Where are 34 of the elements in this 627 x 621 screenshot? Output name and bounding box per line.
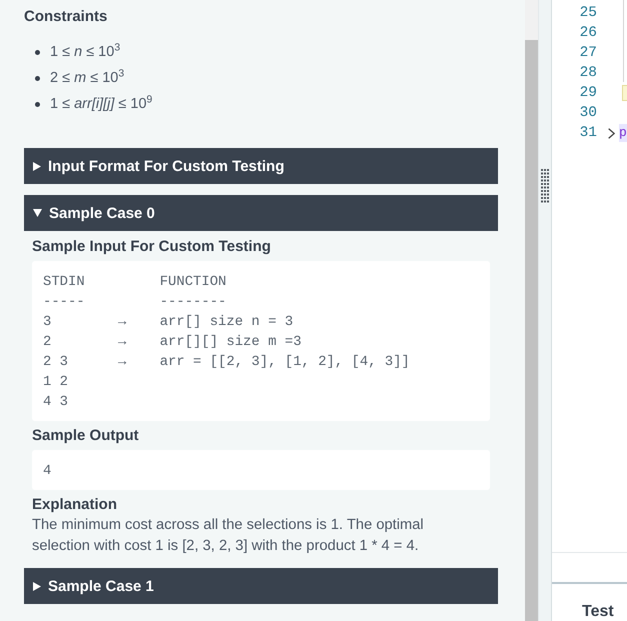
line-number: 30 [578,104,597,123]
pane-splitter[interactable] [538,0,552,621]
line-number: 28 [578,64,597,83]
constraint-text: 1 ≤ arr[i][j] ≤ 10$^{9}$ [50,94,152,114]
line-number: 25 [578,4,597,23]
explanation-text: The minimum cost across all the selections is 1. The optimal selection with cost 1 is [2, 3, 2, 3] with the product 1 * 4 = 4. [32,516,425,556]
code-line: 1 2 [43,373,70,392]
code-line: 2 → arr[][] size m =3 [43,333,302,352]
line-number: 27 [578,44,597,63]
code-text: p [619,124,627,142]
block-heading: Sample Output [32,426,140,446]
section-header[interactable]: Input Format For Custom Testing [24,148,498,184]
block-heading: Sample Input For Custom Testing [32,237,272,257]
code-line: 4 [43,462,52,481]
chevron-right-icon[interactable] [608,128,615,138]
bullet-icon [35,50,40,54]
line-number: 31 [578,124,597,143]
bullet-icon [35,76,40,80]
drag-handle-icon [541,169,549,203]
block-heading: Explanation [32,495,118,515]
code-line: STDIN FUNCTION [43,273,228,292]
constraint-text: 1 ≤ n ≤ 10$^{3}$ [50,42,120,62]
constraint-text: 2 ≤ m ≤ 10$^{3}$ [50,68,124,88]
section-header[interactable]: Sample Case 0 [24,195,498,231]
code-line: 2 3 → arr = [[2, 3], [1, 2], [4, 3]] [43,353,411,372]
code-line: ----- -------- [43,293,228,312]
code-line: 4 3 [43,393,70,412]
bullet-icon [35,102,40,106]
constraints-heading: Constraints [24,7,108,27]
code-line: 3 → arr[] size n = 3 [43,313,294,332]
line-number: 26 [578,24,597,43]
section-header[interactable]: Sample Case 1 [24,568,498,604]
line-number: 29 [578,84,597,103]
test-panel-heading: Test [582,604,615,620]
